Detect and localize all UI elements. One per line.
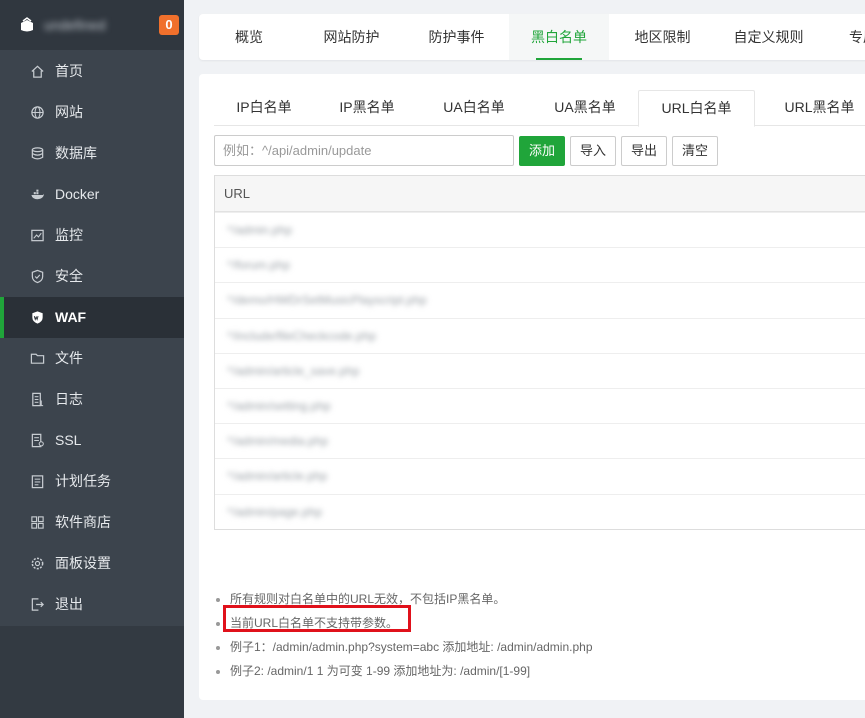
sidebar-item-label: 监控 (55, 227, 83, 243)
tab-protection-events[interactable]: 防护事件 (404, 14, 509, 60)
sidebar-item-label: 网站 (55, 104, 83, 120)
table-cell-url: ^/admin/setting.php (227, 398, 331, 413)
table-header-url: URL (215, 176, 865, 212)
url-rule-input[interactable] (214, 135, 514, 166)
sidebar-item-database[interactable]: 数据库 (0, 133, 184, 174)
sidebar-item-label: 文件 (55, 350, 83, 366)
sidebar-item-monitor[interactable]: 监控 (0, 215, 184, 256)
sidebar-item-app-store[interactable]: 软件商店 (0, 502, 184, 543)
import-button[interactable]: 导入 (570, 136, 616, 166)
table-cell-url: ^/admin/page.php (227, 504, 323, 519)
table-row[interactable]: ^/demo/HWDrSetMusicPlayscript.php (215, 282, 865, 318)
tab-region-limit[interactable]: 地区限制 (609, 14, 716, 60)
help-note: 例子2: /admin/1 1 为可变 1-99 添加地址为: /admin/[… (214, 659, 864, 683)
docker-icon (31, 189, 45, 200)
folder-icon (30, 353, 45, 364)
subtab-url-blacklist[interactable]: URL黑名单 (765, 90, 865, 126)
table-row[interactable]: ^/admin.php (215, 212, 865, 248)
subtab-ip-whitelist[interactable]: IP白名单 (214, 90, 314, 126)
sidebar-item-label: Docker (55, 186, 100, 202)
list-sub-tabs: IP白名单 IP黑名单 UA白名单 UA黑名单 URL白名单 URL黑名单 (214, 90, 865, 127)
table-row[interactable]: ^/admin/media.php (215, 423, 865, 459)
sidebar-item-security[interactable]: 安全 (0, 256, 184, 297)
table-cell-url: ^/admin.php (227, 223, 293, 237)
table-cell-url: ^/admin/media.php (227, 434, 329, 449)
table-row[interactable]: ^/admin/article_save.php (215, 352, 865, 388)
sidebar-item-logout[interactable]: 退出 (0, 584, 184, 625)
export-button[interactable]: 导出 (621, 136, 667, 166)
sidebar-header: undefined 0 (0, 0, 184, 50)
table-row[interactable]: ^/admin/article.php (215, 458, 865, 494)
sidebar: undefined 0 首页 网站 数据库 Docker 监控 安全 WAF 文… (0, 0, 184, 718)
table-row[interactable]: ^/include/fileCheckcode.php (215, 317, 865, 353)
sidebar-item-cron[interactable]: 计划任务 (0, 461, 184, 502)
subtab-ip-blacklist[interactable]: IP黑名单 (317, 90, 417, 126)
shield-check-icon (31, 269, 44, 284)
log-icon (32, 392, 44, 407)
gear-icon (31, 557, 44, 570)
table-row[interactable]: ^/forum.php (215, 247, 865, 283)
table-cell-url: ^/admin/article.php (227, 469, 328, 484)
sidebar-item-label: 软件商店 (55, 514, 111, 530)
subtab-url-whitelist[interactable]: URL白名单 (638, 90, 755, 127)
logout-icon (31, 598, 44, 611)
url-whitelist-table: URL ^/admin.php ^/forum.php ^/demo/HWDrS… (214, 175, 865, 530)
sidebar-item-label: SSL (55, 432, 82, 448)
database-icon (31, 147, 44, 160)
home-icon (31, 65, 44, 78)
sidebar-item-files[interactable]: 文件 (0, 338, 184, 379)
tab-overview[interactable]: 概览 (199, 14, 299, 60)
server-name: undefined (44, 17, 106, 33)
highlight-annotation-box (223, 605, 411, 632)
notification-badge[interactable]: 0 (159, 15, 179, 35)
table-cell-url: ^/admin/article_save.php (227, 363, 360, 378)
help-note: 例子1：/admin/admin.php?system=abc 添加地址: /a… (214, 635, 864, 659)
grid-apps-icon (31, 516, 44, 529)
sidebar-item-home[interactable]: 首页 (0, 51, 184, 92)
panel-logo-icon (21, 17, 33, 32)
sidebar-item-ssl[interactable]: SSL (0, 420, 184, 461)
sidebar-item-label: WAF (55, 309, 87, 325)
sidebar-item-label: 数据库 (55, 145, 97, 161)
table-cell-url: ^/forum.php (227, 258, 290, 273)
task-list-icon (31, 475, 44, 489)
subtab-ua-whitelist[interactable]: UA白名单 (424, 90, 524, 126)
sidebar-nav: 首页 网站 数据库 Docker 监控 安全 WAF 文件 日志 SSL 计划任… (0, 51, 184, 625)
sidebar-item-label: 退出 (55, 596, 83, 612)
monitor-chart-icon (31, 229, 44, 242)
tab-exclusive-rules[interactable]: 专属规则 (821, 14, 865, 60)
tab-custom-rules[interactable]: 自定义规则 (716, 14, 821, 60)
sidebar-item-waf[interactable]: WAF (0, 297, 184, 338)
tab-black-white-list[interactable]: 黑白名单 (509, 14, 609, 60)
table-cell-url: ^/demo/HWDrSetMusicPlayscript.php (227, 293, 427, 308)
sidebar-item-label: 计划任务 (55, 473, 111, 489)
add-button[interactable]: 添加 (519, 136, 565, 166)
waf-shield-icon (32, 311, 43, 324)
ssl-certificate-icon (31, 433, 44, 448)
globe-icon (31, 106, 44, 119)
subtab-ua-blacklist[interactable]: UA黑名单 (533, 90, 637, 126)
clear-button[interactable]: 清空 (672, 136, 718, 166)
sidebar-item-label: 安全 (55, 268, 83, 284)
sidebar-item-website[interactable]: 网站 (0, 92, 184, 133)
table-row[interactable]: ^/admin/setting.php (215, 387, 865, 424)
table-cell-url: ^/include/fileCheckcode.php (227, 328, 377, 343)
sidebar-footer (0, 626, 184, 718)
waf-top-tabs: 概览 网站防护 防护事件 黑白名单 地区限制 自定义规则 专属规则 (199, 14, 865, 60)
table-row[interactable]: ^/admin/page.php (215, 493, 865, 529)
tab-site-protection[interactable]: 网站防护 (299, 14, 404, 60)
sidebar-item-label: 日志 (55, 391, 83, 407)
sidebar-item-docker[interactable]: Docker (0, 174, 184, 215)
sidebar-item-label: 面板设置 (55, 555, 111, 571)
sidebar-item-settings[interactable]: 面板设置 (0, 543, 184, 584)
help-notes: 所有规则对白名单中的URL无效，不包括IP黑名单。 当前URL白名单不支持带参数… (214, 587, 864, 683)
sidebar-item-logs[interactable]: 日志 (0, 379, 184, 420)
sidebar-item-label: 首页 (55, 63, 83, 79)
